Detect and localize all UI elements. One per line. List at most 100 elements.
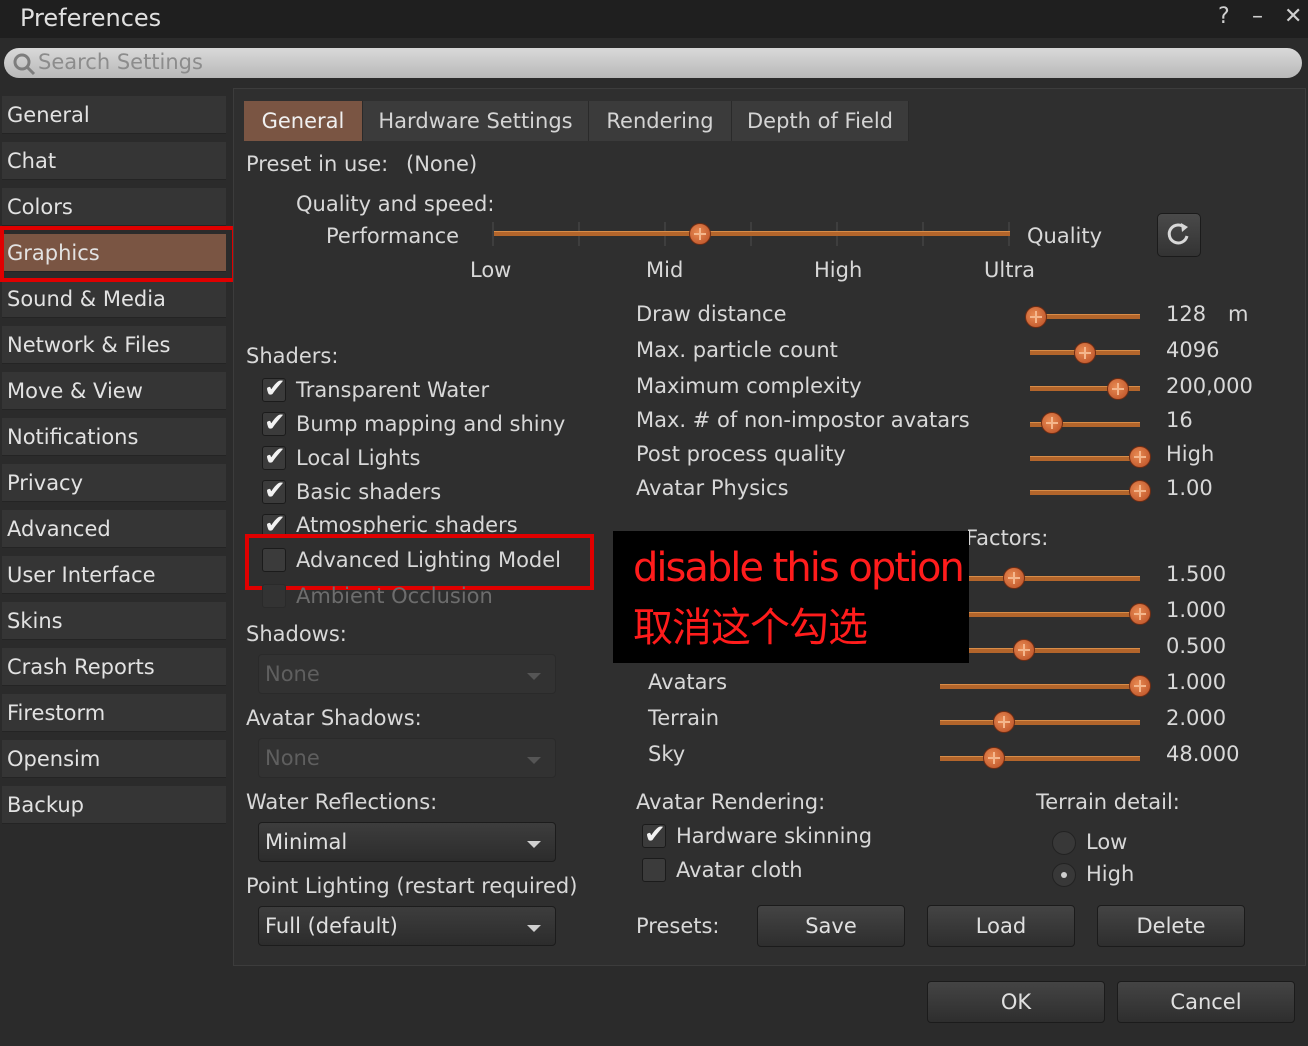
tab-hardware-settings[interactable]: Hardware Settings — [363, 101, 589, 141]
sidebar-item-privacy[interactable]: Privacy — [2, 464, 226, 502]
max-complexity-knob[interactable] — [1107, 378, 1129, 400]
lod-knob-avatars[interactable] — [1129, 675, 1151, 697]
shaders-heading: Shaders: — [246, 344, 339, 368]
particle-count-knob[interactable] — [1074, 342, 1096, 364]
lod-label-avatars: Avatars — [648, 670, 728, 694]
sidebar-item-general[interactable]: General — [2, 96, 226, 134]
lod-track-terrain[interactable] — [940, 720, 1140, 725]
load-preset-button[interactable]: Load — [927, 905, 1075, 947]
terrain-high-radio[interactable] — [1052, 863, 1076, 887]
post-process-label: Post process quality — [636, 442, 846, 466]
lod-label-sky: Sky — [648, 742, 686, 766]
lod-track-sky[interactable] — [940, 756, 1140, 761]
lod-track-3[interactable] — [940, 648, 1140, 653]
hardware-skinning-label: Hardware skinning — [676, 824, 873, 848]
lod-knob-terrain[interactable] — [993, 711, 1015, 733]
bump-mapping-label: Bump mapping and shiny — [296, 412, 566, 436]
sidebar-item-crash-reports[interactable]: Crash Reports — [2, 648, 226, 686]
non-impostor-label: Max. # of non-impostor avatars — [636, 408, 970, 432]
sidebar-item-skins[interactable]: Skins — [2, 602, 226, 640]
avatar-physics-knob[interactable] — [1129, 480, 1151, 502]
sidebar-item-backup[interactable]: Backup — [2, 786, 226, 824]
quality-tick-ultra: Ultra — [984, 258, 1035, 282]
help-button[interactable]: ? — [1218, 4, 1230, 29]
shadows-dropdown[interactable]: None — [258, 654, 556, 694]
post-process-knob[interactable] — [1129, 446, 1151, 468]
terrain-low-radio[interactable] — [1052, 831, 1076, 855]
window-title: Preferences — [20, 4, 162, 32]
avatar-shadows-dropdown[interactable]: None — [258, 738, 556, 778]
lod-value-avatars: 1.000 — [1166, 670, 1227, 694]
shadows-value: None — [265, 662, 320, 686]
preset-label: Preset in use: — [246, 152, 389, 176]
sidebar-item-chat[interactable]: Chat — [2, 142, 226, 180]
cancel-button[interactable]: Cancel — [1117, 981, 1295, 1023]
lod-track-avatars[interactable] — [940, 684, 1140, 689]
lod-knob-sky[interactable] — [983, 747, 1005, 769]
avatar-physics-track[interactable] — [1030, 490, 1140, 495]
draw-distance-value: 128 — [1166, 302, 1207, 326]
tab-depth-of-field[interactable]: Depth of Field — [732, 101, 909, 141]
draw-distance-track[interactable] — [1030, 314, 1140, 319]
save-preset-button[interactable]: Save — [757, 905, 905, 947]
tab-rendering[interactable]: Rendering — [589, 101, 732, 141]
delete-preset-button[interactable]: Delete — [1097, 905, 1245, 947]
close-button[interactable]: ✕ — [1284, 4, 1302, 29]
ambient-occlusion-checkbox[interactable] — [262, 584, 286, 608]
lod-label-terrain: Terrain — [648, 706, 720, 730]
quality-heading: Quality and speed: — [296, 192, 495, 216]
lod-value-2: 1.000 — [1166, 598, 1227, 622]
avatar-physics-value: 1.00 — [1166, 476, 1213, 500]
ok-button[interactable]: OK — [927, 981, 1105, 1023]
sidebar-item-sound-media[interactable]: Sound & Media — [2, 280, 226, 318]
lod-track-2[interactable] — [940, 612, 1140, 617]
annotation-line-en: disable this option — [633, 545, 965, 591]
lod-knob-2[interactable] — [1129, 603, 1151, 625]
basic-shaders-checkbox[interactable] — [262, 476, 286, 506]
lod-track-1[interactable] — [940, 576, 1140, 581]
transparent-water-label: Transparent Water — [296, 378, 490, 402]
lod-heading: Factors: — [966, 526, 1049, 550]
max-complexity-value: 200,000 — [1166, 374, 1253, 398]
sidebar-item-firestorm[interactable]: Firestorm — [2, 694, 226, 732]
tab-general[interactable]: General — [244, 101, 363, 141]
draw-distance-knob[interactable] — [1024, 306, 1047, 328]
sidebar-item-opensim[interactable]: Opensim — [2, 740, 226, 778]
quality-slider-track[interactable] — [494, 231, 1010, 236]
avatar-cloth-checkbox[interactable] — [642, 858, 666, 882]
terrain-low-label: Low — [1086, 830, 1128, 854]
hardware-skinning-checkbox[interactable] — [642, 820, 666, 850]
quality-tick-low: Low — [470, 258, 512, 282]
sidebar-item-move-view[interactable]: Move & View — [2, 372, 226, 410]
search-placeholder: Search Settings — [38, 50, 203, 74]
sidebar-item-advanced[interactable]: Advanced — [2, 510, 226, 548]
reset-quality-button[interactable] — [1157, 213, 1201, 257]
avatar-shadows-label: Avatar Shadows: — [246, 706, 422, 730]
point-lighting-dropdown[interactable]: Full (default) — [258, 906, 556, 946]
sidebar-item-notifications[interactable]: Notifications — [2, 418, 226, 456]
annotation-line-zh: 取消这个勾选 — [633, 605, 868, 651]
transparent-water-checkbox[interactable] — [262, 374, 286, 404]
sidebar-item-network-files[interactable]: Network & Files — [2, 326, 226, 364]
max-complexity-label: Maximum complexity — [636, 374, 862, 398]
chevron-down-icon — [527, 757, 541, 764]
lod-value-sky: 48.000 — [1166, 742, 1240, 766]
point-lighting-label: Point Lighting (restart required) — [246, 874, 578, 898]
lod-knob-3[interactable] — [1013, 639, 1035, 661]
water-reflections-dropdown[interactable]: Minimal — [258, 822, 556, 862]
post-process-value: High — [1166, 442, 1215, 466]
lod-knob-1[interactable] — [1003, 567, 1025, 589]
local-lights-checkbox[interactable] — [262, 442, 286, 472]
post-process-track[interactable] — [1030, 456, 1140, 461]
bump-mapping-checkbox[interactable] — [262, 408, 286, 438]
chevron-down-icon — [527, 925, 541, 932]
sidebar-item-user-interface[interactable]: User Interface — [2, 556, 226, 594]
basic-shaders-label: Basic shaders — [296, 480, 442, 504]
local-lights-label: Local Lights — [296, 446, 421, 470]
sidebar-item-colors[interactable]: Colors — [2, 188, 226, 226]
search-input[interactable]: Search Settings — [4, 48, 1302, 78]
minimize-button[interactable]: – — [1252, 4, 1263, 29]
draw-distance-label: Draw distance — [636, 302, 787, 326]
chevron-down-icon — [527, 673, 541, 680]
non-impostor-knob[interactable] — [1041, 412, 1063, 434]
